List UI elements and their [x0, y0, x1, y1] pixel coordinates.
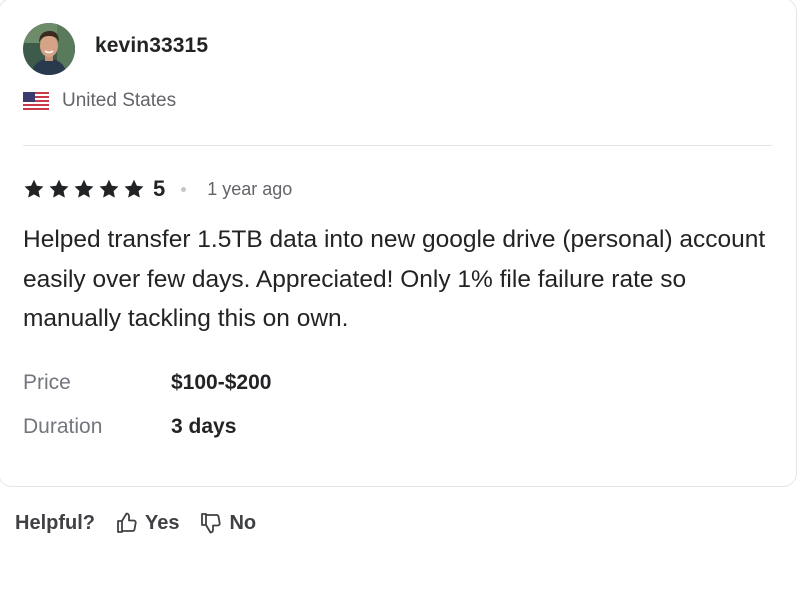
helpful-feedback: Helpful? Yes No [15, 509, 276, 537]
divider [23, 145, 772, 146]
avatar[interactable] [23, 23, 75, 75]
price-value: $100-$200 [171, 371, 272, 394]
helpful-no-button[interactable]: No [199, 511, 256, 535]
us-flag-icon [23, 92, 49, 110]
rating-row: 5 1 year ago [23, 175, 292, 203]
reviewer-country: United States [23, 89, 176, 113]
star-icon [49, 179, 69, 198]
star-icon [99, 179, 119, 198]
review-card: kevin33315 United States 5 1 year ago He… [0, 0, 797, 487]
star-icon [74, 179, 94, 198]
duration-label: Duration [23, 415, 103, 438]
review-date: 1 year ago [207, 178, 293, 199]
star-icon [124, 179, 144, 198]
thumbs-up-icon [117, 512, 137, 533]
no-label: No [229, 511, 257, 534]
reviewer-username[interactable]: kevin33315 [95, 34, 208, 58]
country-label: United States [62, 90, 177, 111]
helpful-yes-button[interactable]: Yes [115, 511, 179, 535]
helpful-question: Helpful? [15, 511, 95, 534]
rating-value: 5 [153, 176, 166, 201]
star-rating [23, 178, 148, 200]
duration-value: 3 days [171, 415, 237, 438]
star-icon [24, 179, 44, 198]
thumbs-down-icon [201, 513, 222, 534]
yes-label: Yes [145, 511, 180, 534]
review-text: Helped transfer 1.5TB data into new goog… [23, 226, 766, 332]
separator-dot [181, 186, 187, 192]
price-label: Price [23, 371, 71, 394]
